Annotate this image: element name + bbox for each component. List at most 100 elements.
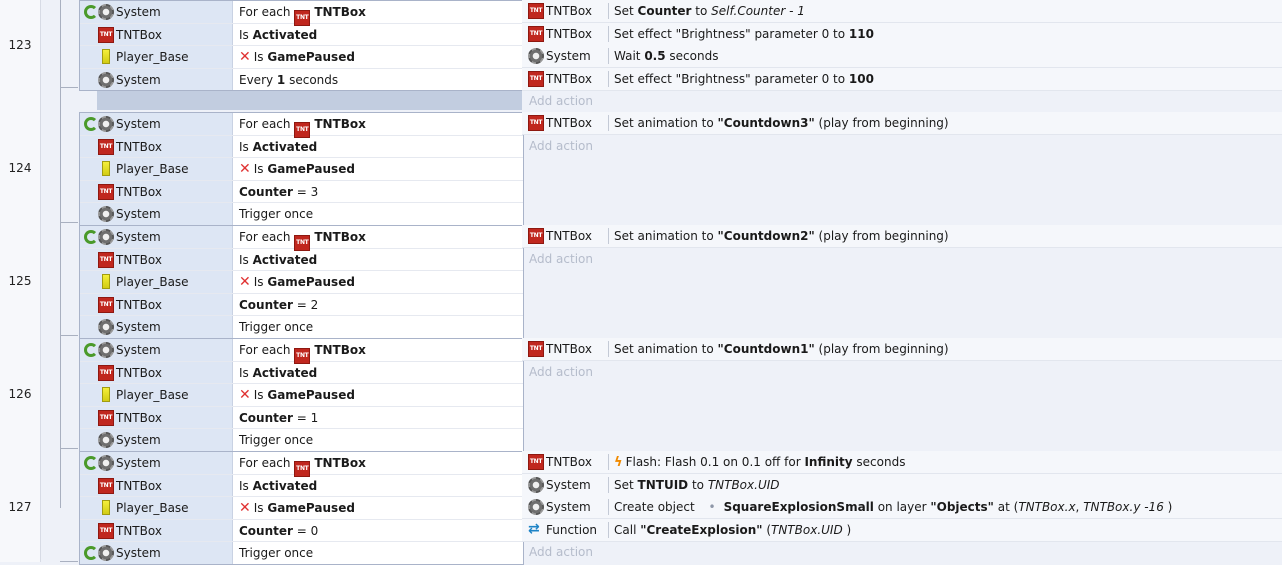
add-action-button[interactable]: Add action xyxy=(522,135,1282,157)
condition-row[interactable]: TNT TNTBox Counter = 2 xyxy=(80,293,523,316)
condition-row[interactable]: TNT TNTBox Is Activated xyxy=(80,361,523,384)
condition-row[interactable]: TNT TNTBox Counter = 1 xyxy=(80,406,523,429)
condition-row[interactable]: System Trigger once xyxy=(80,429,523,451)
condition-object-cell[interactable]: TNT TNTBox xyxy=(80,406,233,428)
condition-object-name: Player_Base xyxy=(116,501,189,515)
add-action-label: Add action xyxy=(529,545,593,559)
condition-object-name: System xyxy=(116,117,161,131)
condition-object-cell[interactable]: Player_Base xyxy=(80,46,233,68)
tnt-box-icon: TNT xyxy=(528,3,544,19)
condition-block[interactable]: System For each TNT TNTBox TNT TNTBox Is Acti… xyxy=(79,0,524,91)
action-object-cell[interactable]: TNT TNTBox xyxy=(522,451,607,473)
text-segment: 110 xyxy=(848,26,874,41)
condition-row[interactable]: TNT TNTBox Is Activated xyxy=(80,474,523,497)
condition-object-cell[interactable]: System xyxy=(80,68,233,90)
action-row[interactable]: TNT TNTBox Set effect "Brightness" paramet… xyxy=(522,67,1282,91)
action-object-cell[interactable]: System xyxy=(522,45,607,67)
action-object-cell[interactable]: TNT TNTBox xyxy=(522,23,607,45)
action-row[interactable]: TNT TNTBox Set animation to "Countdown1" (… xyxy=(522,338,1282,361)
condition-row[interactable]: System Trigger once xyxy=(80,542,523,564)
condition-block[interactable]: System For each TNT TNTBox TNT TNTBox Is Acti… xyxy=(79,338,524,452)
selected-empty-row[interactable] xyxy=(97,88,522,110)
condition-object-cell[interactable]: Player_Base xyxy=(80,271,233,293)
add-action-button[interactable]: Add action xyxy=(522,248,1282,270)
condition-object-name: Player_Base xyxy=(116,388,189,402)
condition-object-cell[interactable]: TNT TNTBox xyxy=(80,519,233,541)
condition-row[interactable]: Player_Base ✕ Is GamePaused xyxy=(80,497,523,520)
condition-row[interactable]: System For each TNT TNTBox xyxy=(80,113,523,138)
condition-object-cell[interactable]: TNT TNTBox xyxy=(80,293,233,315)
condition-row[interactable]: TNT TNTBox Is Activated xyxy=(80,248,523,271)
condition-row[interactable]: System Trigger once xyxy=(80,203,523,225)
action-object-cell[interactable]: System xyxy=(522,474,607,496)
condition-block[interactable]: System For each TNT TNTBox TNT TNTBox Is Acti… xyxy=(79,451,524,565)
condition-object-cell[interactable]: System xyxy=(80,113,233,135)
text-segment: = 3 xyxy=(292,184,319,199)
add-action-button[interactable]: Add action xyxy=(522,90,1282,112)
condition-block[interactable]: System For each TNT TNTBox TNT TNTBox Is Acti… xyxy=(79,112,524,226)
condition-block[interactable]: System For each TNT TNTBox TNT TNTBox Is Acti… xyxy=(79,225,524,339)
condition-row[interactable]: TNT TNTBox Counter = 3 xyxy=(80,180,523,203)
condition-object-cell[interactable]: System xyxy=(80,542,233,564)
condition-row[interactable]: TNT TNTBox Is Activated xyxy=(80,23,523,46)
condition-object-cell[interactable]: Player_Base xyxy=(80,158,233,180)
action-object-cell[interactable]: ⇄ Function xyxy=(522,519,607,541)
condition-row[interactable]: System For each TNT TNTBox xyxy=(80,452,523,477)
condition-object-cell[interactable]: System xyxy=(80,226,233,248)
add-action-button[interactable]: Add action xyxy=(522,361,1282,383)
condition-row[interactable]: Player_Base ✕ Is GamePaused xyxy=(80,384,523,407)
action-row[interactable]: TNT TNTBox ϟ Flash: Flash 0.1 on 0.1 off fo… xyxy=(522,451,1282,474)
condition-object-cell[interactable]: TNT TNTBox xyxy=(80,23,233,45)
condition-object-cell[interactable]: System xyxy=(80,203,233,225)
action-object-cell[interactable]: TNT TNTBox xyxy=(522,338,607,360)
condition-row[interactable]: System Every 1 seconds xyxy=(80,68,523,90)
condition-row[interactable]: TNT TNTBox Counter = 0 xyxy=(80,519,523,542)
condition-object-cell[interactable]: System xyxy=(80,1,233,23)
action-object-cell[interactable]: TNT TNTBox xyxy=(522,0,607,22)
condition-row[interactable]: System Trigger once xyxy=(80,316,523,338)
text-segment: = 2 xyxy=(292,297,319,312)
text-segment: = 1 xyxy=(292,410,319,425)
condition-object-name: System xyxy=(116,5,161,19)
text-segment: Set animation to xyxy=(614,116,718,130)
condition-row[interactable]: System For each TNT TNTBox xyxy=(80,226,523,251)
condition-object-cell[interactable]: System xyxy=(80,429,233,451)
condition-row[interactable]: Player_Base ✕ Is GamePaused xyxy=(80,46,523,69)
condition-object-cell[interactable]: TNT TNTBox xyxy=(80,361,233,383)
text-segment: Is xyxy=(239,139,253,154)
event-number: 127 xyxy=(8,500,32,515)
condition-object-cell[interactable]: System xyxy=(80,452,233,474)
text-segment: GamePaused xyxy=(267,388,355,402)
action-object-cell[interactable]: System xyxy=(522,496,607,518)
condition-object-cell[interactable]: Player_Base xyxy=(80,384,233,406)
action-row[interactable]: System Create object • SquareExplosionSmal… xyxy=(522,496,1282,519)
action-row[interactable]: ⇄ Function Call "CreateExplosion" (TNTBox.… xyxy=(522,518,1282,542)
condition-object-cell[interactable]: System xyxy=(80,316,233,338)
condition-row[interactable]: Player_Base ✕ Is GamePaused xyxy=(80,158,523,181)
action-row[interactable]: TNT TNTBox Set animation to "Countdown2" (… xyxy=(522,225,1282,248)
condition-object-cell[interactable]: TNT TNTBox xyxy=(80,180,233,202)
action-row[interactable]: TNT TNTBox Set effect "Brightness" paramet… xyxy=(522,22,1282,46)
condition-row[interactable]: TNT TNTBox Is Activated xyxy=(80,135,523,158)
action-text: Set animation to "Countdown3" (play from… xyxy=(614,116,949,130)
condition-object-name: Player_Base xyxy=(116,162,189,176)
condition-object-cell[interactable]: System xyxy=(80,339,233,361)
condition-row[interactable]: System For each TNT TNTBox xyxy=(80,339,523,364)
action-object-cell[interactable]: TNT TNTBox xyxy=(522,225,607,247)
text-segment: at ( xyxy=(993,500,1019,514)
action-row[interactable]: TNT TNTBox Set Counter to Self.Counter - 1 xyxy=(522,0,1282,23)
condition-row[interactable]: System For each TNT TNTBox xyxy=(80,1,523,26)
add-action-button[interactable]: Add action xyxy=(522,541,1282,563)
condition-object-cell[interactable]: Player_Base xyxy=(80,497,233,519)
action-row[interactable]: TNT TNTBox Set animation to "Countdown3" (… xyxy=(522,112,1282,135)
action-object-cell[interactable]: TNT TNTBox xyxy=(522,68,607,90)
text-segment: ) xyxy=(842,522,852,537)
player-base-icon xyxy=(102,49,110,64)
condition-row[interactable]: Player_Base ✕ Is GamePaused xyxy=(80,271,523,294)
condition-object-cell[interactable]: TNT TNTBox xyxy=(80,135,233,157)
condition-object-cell[interactable]: TNT TNTBox xyxy=(80,248,233,270)
action-object-cell[interactable]: TNT TNTBox xyxy=(522,112,607,134)
action-row[interactable]: System Set TNTUID to TNTBox.UID xyxy=(522,473,1282,497)
action-row[interactable]: System Wait 0.5 seconds xyxy=(522,45,1282,68)
condition-object-cell[interactable]: TNT TNTBox xyxy=(80,474,233,496)
